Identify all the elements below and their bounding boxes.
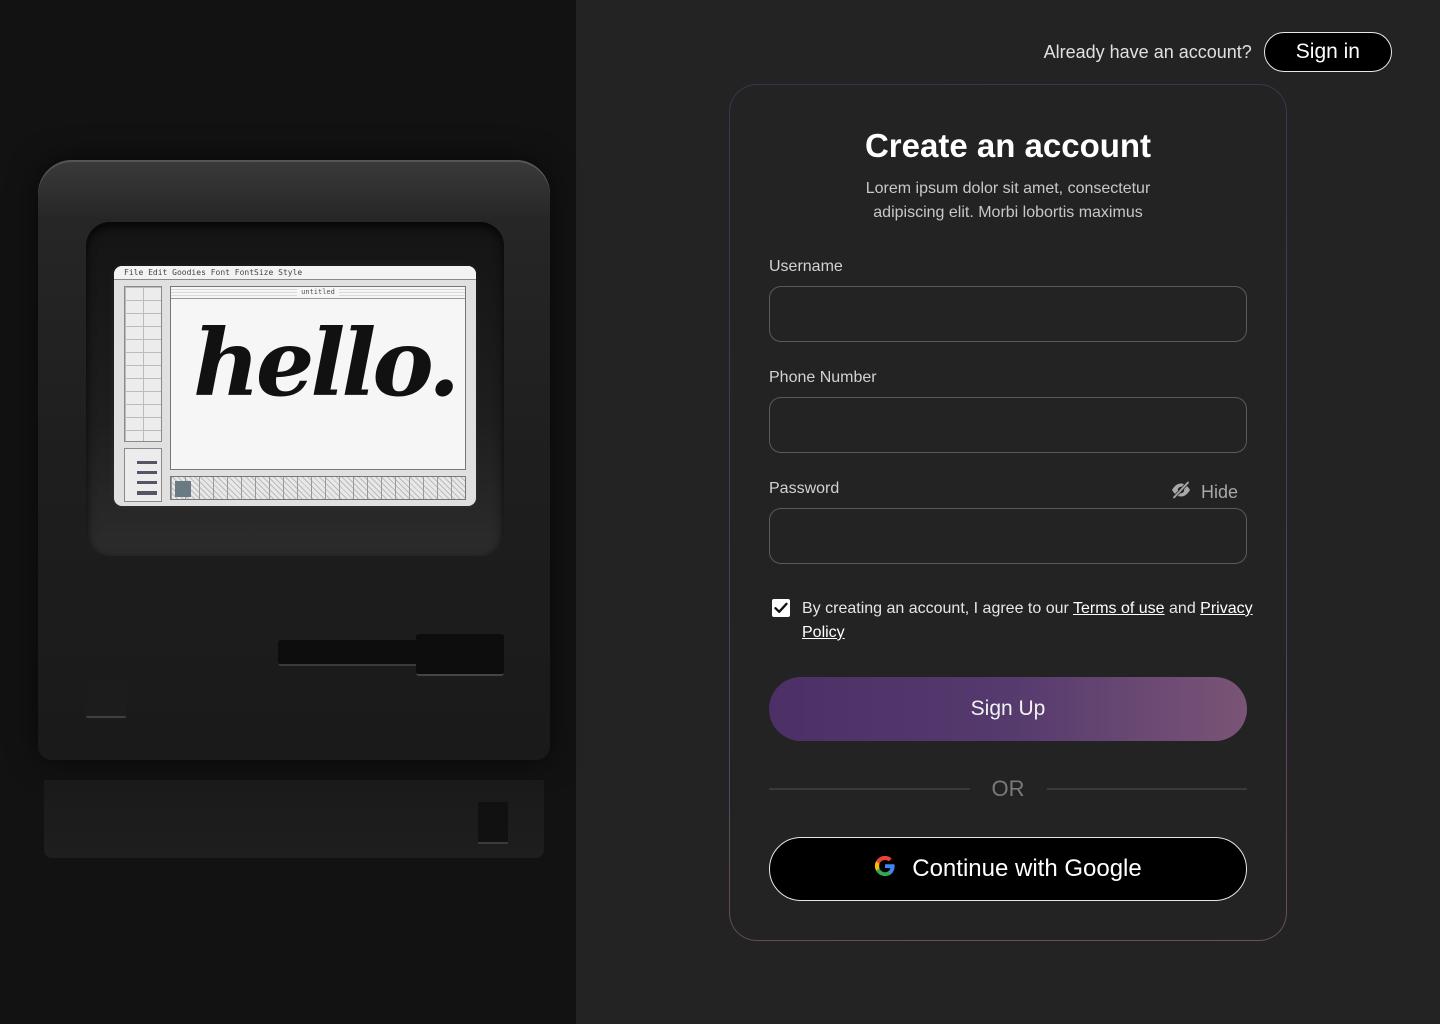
page-subtitle: Lorem ipsum dolor sit amet, consectetur … bbox=[865, 180, 1151, 221]
terms-prefix: By creating an account, I agree to our bbox=[802, 600, 1073, 617]
signin-prompt-text: Already have an account? bbox=[1043, 41, 1252, 62]
terms-of-use-link[interactable]: Terms of use bbox=[1073, 600, 1165, 617]
macintosh-illustration: File Edit Goodies Font FontSize Style un… bbox=[38, 160, 550, 860]
signin-prompt: Already have an account? Sign in bbox=[1044, 32, 1392, 72]
google-signin-button[interactable]: Continue with Google bbox=[769, 837, 1247, 901]
phone-input[interactable] bbox=[769, 397, 1247, 453]
hide-password-toggle[interactable]: Hide bbox=[1170, 480, 1238, 504]
screen-pattern-palette bbox=[170, 476, 466, 500]
signup-card: Create an account Lorem ipsum dolor sit … bbox=[729, 84, 1287, 941]
google-icon bbox=[874, 855, 896, 884]
username-input[interactable] bbox=[769, 286, 1247, 342]
phone-label: Phone Number bbox=[769, 369, 877, 386]
screen-line-widths bbox=[124, 448, 162, 502]
terms-middle: and bbox=[1164, 600, 1201, 617]
screen-canvas: untitled hello. bbox=[170, 286, 466, 470]
or-label: OR bbox=[991, 776, 1025, 801]
signin-button[interactable]: Sign in bbox=[1263, 32, 1392, 72]
mac-base bbox=[44, 780, 544, 858]
page-title: Create an account bbox=[864, 127, 1152, 164]
illustration-panel: File Edit Goodies Font FontSize Style un… bbox=[0, 0, 576, 1024]
screen-toolbox bbox=[124, 286, 162, 442]
screen-menubar: File Edit Goodies Font FontSize Style bbox=[114, 266, 476, 280]
brightness-knob bbox=[86, 680, 126, 718]
hide-label: Hide bbox=[1200, 481, 1238, 502]
terms-checkbox[interactable] bbox=[772, 599, 790, 617]
mac-screen: File Edit Goodies Font FontSize Style un… bbox=[114, 266, 476, 506]
or-divider: OR bbox=[769, 775, 1247, 803]
terms-text: By creating an account, I agree to our T… bbox=[802, 597, 1262, 645]
password-input[interactable] bbox=[769, 508, 1247, 564]
screen-window-title: untitled bbox=[297, 288, 339, 296]
signup-button[interactable]: Sign Up bbox=[769, 677, 1247, 741]
floppy-slot bbox=[278, 634, 506, 678]
google-button-label: Continue with Google bbox=[912, 855, 1142, 882]
hello-text: hello. bbox=[193, 309, 460, 417]
username-label: Username bbox=[769, 258, 843, 275]
checkmark-icon bbox=[774, 599, 788, 618]
eye-slash-icon bbox=[1170, 480, 1192, 504]
password-label: Password bbox=[769, 480, 840, 497]
